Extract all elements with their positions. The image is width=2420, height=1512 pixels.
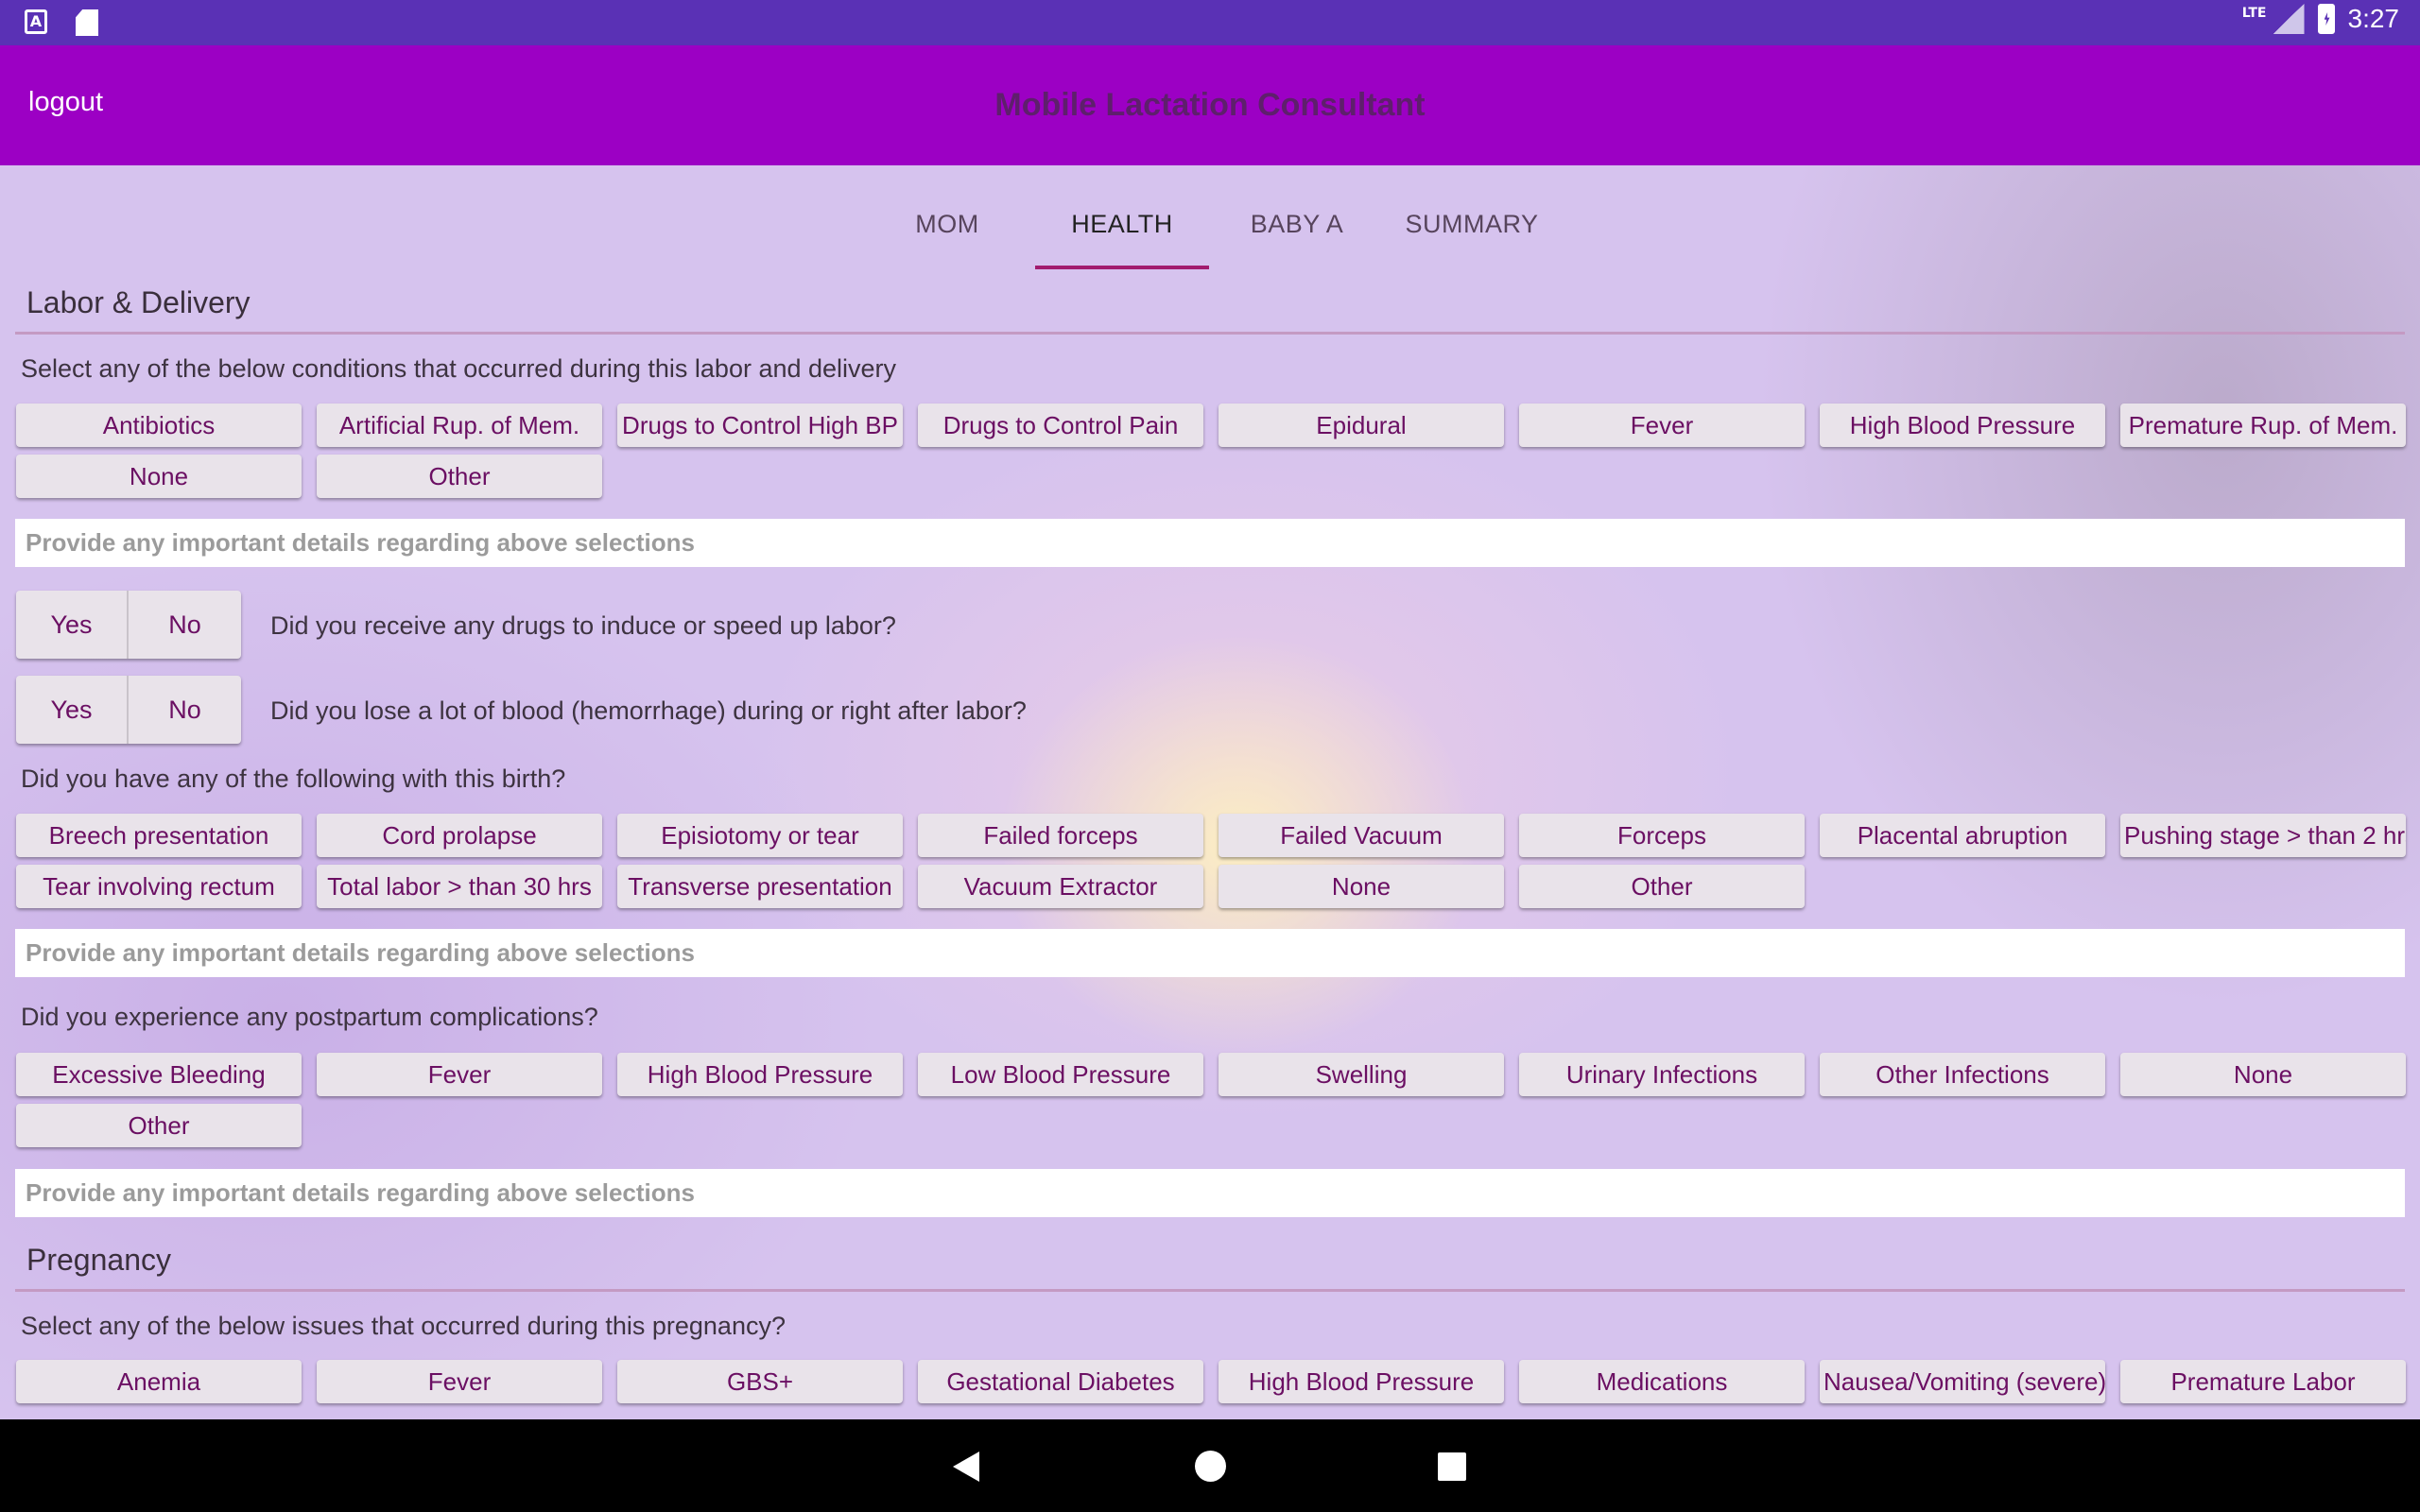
app-title: Mobile Lactation Consultant [994,87,1426,123]
birth-option[interactable]: Transverse presentation [617,865,903,908]
status-clock: 3:27 [2347,4,2400,33]
pregnancy-question: Select any of the below issues that occu… [21,1312,786,1340]
birth-option[interactable]: Placental abruption [1820,814,2105,857]
postpartum-option[interactable]: Low Blood Pressure [918,1053,1203,1096]
hemorrhage-question: Did you lose a lot of blood (hemorrhage)… [270,696,1027,725]
postpartum-option[interactable]: Other Infections [1820,1053,2105,1096]
postpartum-option[interactable]: Fever [317,1053,602,1096]
induce-labor-question: Did you receive any drugs to induce or s… [270,611,896,640]
hemorrhage-yes-button[interactable]: Yes [16,676,129,744]
labor-option[interactable]: Drugs to Control High BP [617,404,903,447]
app-bar: logout Mobile Lactation Consultant [0,45,2420,165]
induce-no-button[interactable]: No [129,591,241,659]
labor-details-input[interactable]: Provide any important details regarding … [15,519,2405,567]
birth-option[interactable]: Tear involving rectum [16,865,302,908]
labor-option[interactable]: Artificial Rup. of Mem. [317,404,602,447]
birth-details-input[interactable]: Provide any important details regarding … [15,929,2405,977]
system-nav-bar [0,1419,2420,1512]
labor-option[interactable]: Other [317,455,602,498]
sd-card-icon [76,9,98,36]
network-type: LTE [2241,6,2267,21]
tab-baby-a[interactable]: BABY A [1238,182,1356,269]
back-icon[interactable] [953,1452,979,1482]
pregnancy-option[interactable]: Anemia [16,1360,302,1403]
labor-option[interactable]: Fever [1519,404,1805,447]
birth-option[interactable]: None [1219,865,1504,908]
tab-summary[interactable]: SUMMARY [1390,182,1554,269]
status-bar: A LTE 3:27 [0,0,2420,45]
birth-option[interactable]: Other [1519,865,1805,908]
postpartum-option[interactable]: Excessive Bleeding [16,1053,302,1096]
section-header-labor: Labor & Delivery [26,285,251,319]
birth-option[interactable]: Total labor > than 30 hrs [317,865,602,908]
labor-option[interactable]: High Blood Pressure [1820,404,2105,447]
labor-option[interactable]: None [16,455,302,498]
induce-labor-toggle: Yes No [16,591,241,659]
pregnancy-option[interactable]: Nausea/Vomiting (severe) [1820,1360,2105,1403]
birth-question: Did you have any of the following with t… [21,765,566,793]
font-notification-icon: A [25,9,47,34]
postpartum-details-input[interactable]: Provide any important details regarding … [15,1169,2405,1217]
birth-option[interactable]: Vacuum Extractor [918,865,1203,908]
birth-option[interactable]: Breech presentation [16,814,302,857]
labor-option[interactable]: Antibiotics [16,404,302,447]
tab-mom[interactable]: MOM [890,182,1004,269]
birth-option[interactable]: Failed Vacuum [1219,814,1504,857]
birth-option[interactable]: Failed forceps [918,814,1203,857]
pregnancy-option[interactable]: Medications [1519,1360,1805,1403]
section-divider [15,332,2405,335]
health-form: MOM HEALTH BABY A SUMMARY Labor & Delive… [0,165,2420,1419]
postpartum-question: Did you experience any postpartum compli… [21,1003,598,1031]
postpartum-option[interactable]: Other [16,1104,302,1147]
labor-conditions-question: Select any of the below conditions that … [21,354,897,383]
induce-yes-button[interactable]: Yes [16,591,129,659]
labor-option[interactable]: Drugs to Control Pain [918,404,1203,447]
pregnancy-option[interactable]: High Blood Pressure [1219,1360,1504,1403]
postpartum-option[interactable]: None [2120,1053,2406,1096]
hemorrhage-toggle: Yes No [16,676,241,744]
pregnancy-option[interactable]: Premature Labor [2120,1360,2406,1403]
pregnancy-option[interactable]: GBS+ [617,1360,903,1403]
postpartum-option[interactable]: Urinary Infections [1519,1053,1805,1096]
home-icon[interactable] [1195,1451,1226,1482]
postpartum-option[interactable]: High Blood Pressure [617,1053,903,1096]
pregnancy-option[interactable]: Gestational Diabetes [918,1360,1203,1403]
birth-option[interactable]: Episiotomy or tear [617,814,903,857]
pregnancy-option[interactable]: Fever [317,1360,602,1403]
tab-health[interactable]: HEALTH [1035,182,1209,269]
birth-option[interactable]: Forceps [1519,814,1805,857]
section-divider [15,1289,2405,1292]
tab-bar: MOM HEALTH BABY A SUMMARY [0,182,2420,269]
labor-option[interactable]: Premature Rup. of Mem. [2120,404,2406,447]
hemorrhage-no-button[interactable]: No [129,676,241,744]
section-header-pregnancy: Pregnancy [26,1243,171,1277]
recent-apps-icon[interactable] [1438,1452,1466,1481]
birth-option[interactable]: Pushing stage > than 2 hrs [2120,814,2406,857]
battery-charging-icon [2317,4,2335,34]
signal-icon [2272,4,2305,34]
labor-option[interactable]: Epidural [1219,404,1504,447]
birth-option[interactable]: Cord prolapse [317,814,602,857]
postpartum-option[interactable]: Swelling [1219,1053,1504,1096]
